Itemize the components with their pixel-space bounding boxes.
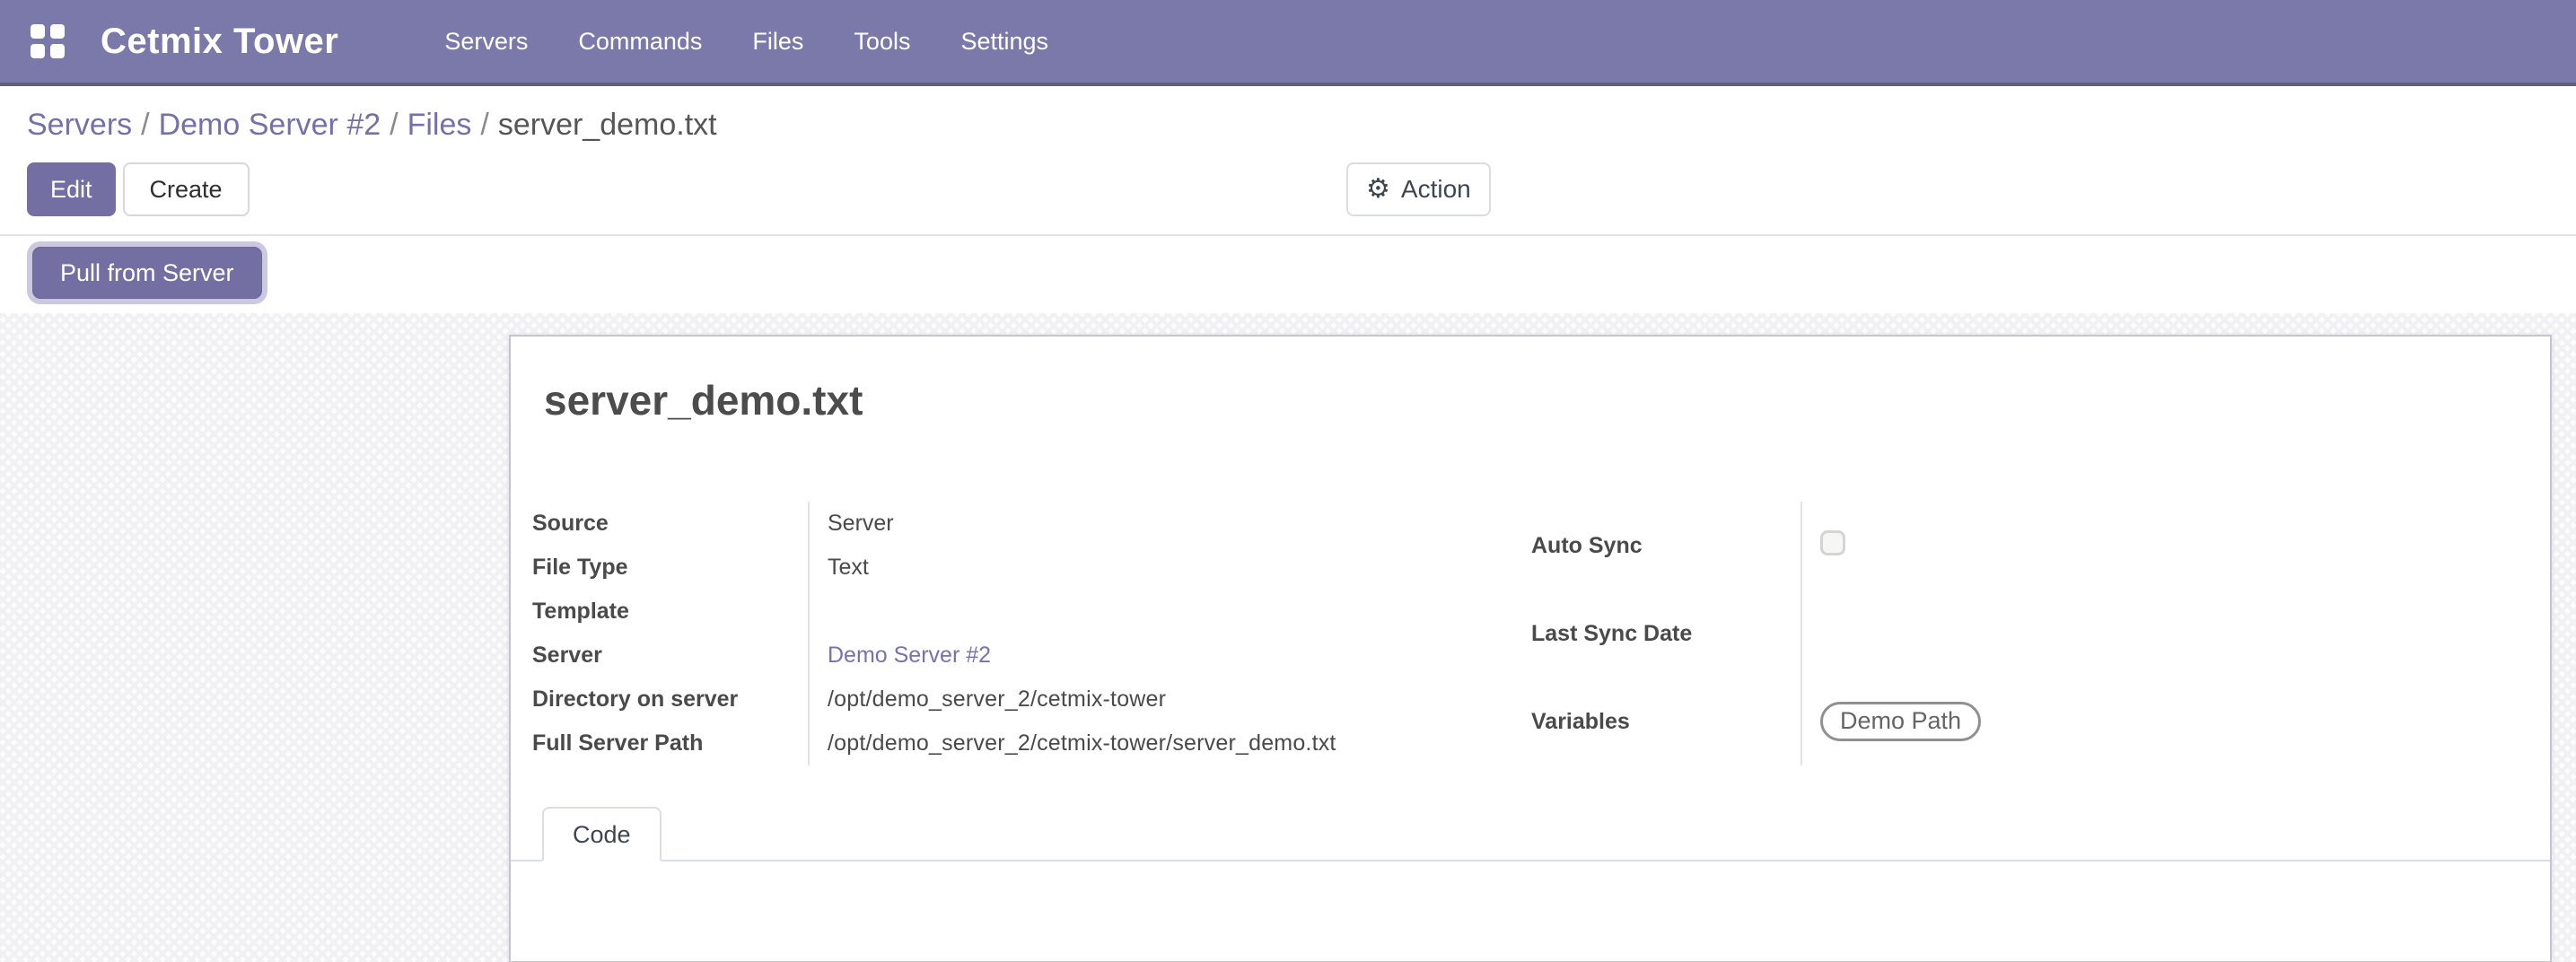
apps-grid-square [31,44,45,58]
gear-icon: ⚙ [1366,176,1390,203]
field-label-variables: Variables [1531,678,1801,765]
apps-grid-square [50,44,65,58]
notebook: Code [511,807,2550,960]
field-row-directory-on-server: Directory on server /opt/demo_server_2/c… [532,678,1531,722]
menu-item-commands[interactable]: Commands [578,28,702,56]
field-row-full-server-path: Full Server Path /opt/demo_server_2/cetm… [532,722,1531,765]
auto-sync-checkbox[interactable] [1820,530,1845,555]
field-label-file-type: File Type [532,546,809,590]
breadcrumb-servers[interactable]: Servers [27,108,132,142]
apps-grid-icon[interactable] [31,24,65,58]
edit-button[interactable]: Edit [27,162,116,216]
breadcrumb-separator: / [480,108,488,142]
control-panel-buttons: Edit Create ⚙ Action [27,162,2549,216]
field-value-source: Server [809,502,1531,546]
create-button[interactable]: Create [123,162,250,216]
field-value-server: Demo Server #2 [809,634,1531,678]
server-record-link[interactable]: Demo Server #2 [828,643,991,668]
control-panel: Servers/Demo Server #2/Files/server_demo… [0,86,2576,234]
field-row-template: Template [532,590,1531,634]
field-row-last-sync-date: Last Sync Date [1531,590,2429,678]
action-button-label: Action [1401,175,1471,204]
field-group-right: Auto Sync Last Sync Date Variables Demo … [1531,502,2429,765]
tab-code[interactable]: Code [542,807,662,861]
top-navbar: Cetmix Tower Servers Commands Files Tool… [0,0,2576,86]
breadcrumb-files[interactable]: Files [407,108,472,142]
form-view-background: server_demo.txt Source Server File Type … [0,313,2576,962]
field-value-variables: Demo Path [1801,678,2429,765]
field-label-source: Source [532,502,809,546]
breadcrumb-separator: / [390,108,398,142]
apps-grid-square [50,24,65,39]
field-value-full-server-path: /opt/demo_server_2/cetmix-tower/server_d… [809,722,1531,765]
breadcrumb-demo-server-2[interactable]: Demo Server #2 [159,108,381,142]
field-label-full-server-path: Full Server Path [532,722,809,765]
breadcrumb-current: server_demo.txt [498,108,717,142]
field-label-auto-sync: Auto Sync [1531,502,1801,590]
menu-item-tools[interactable]: Tools [854,28,910,56]
tab-code-content [511,861,2550,960]
breadcrumb-separator: / [141,108,149,142]
field-group-left: Source Server File Type Text Template Se… [532,502,1531,765]
field-value-file-type: Text [809,546,1531,590]
field-row-variables: Variables Demo Path [1531,678,2429,765]
field-label-server: Server [532,634,809,678]
app-brand[interactable]: Cetmix Tower [101,22,338,62]
menu-item-files[interactable]: Files [752,28,803,56]
action-button[interactable]: ⚙ Action [1346,162,1491,216]
main-menu: Servers Commands Files Tools Settings [444,28,1048,56]
page-title: server_demo.txt [544,376,2550,424]
field-label-last-sync-date: Last Sync Date [1531,590,1801,678]
field-value-directory-on-server: /opt/demo_server_2/cetmix-tower [809,678,1531,722]
tab-strip: Code [511,807,2550,861]
field-row-server: Server Demo Server #2 [532,634,1531,678]
apps-grid-square [31,24,45,39]
variable-tag: Demo Path [1820,702,1981,741]
field-value-template [809,590,1531,634]
statusbar: Pull from Server [0,234,2576,313]
field-value-last-sync-date [1801,590,2429,678]
field-row-source: Source Server [532,502,1531,546]
menu-item-servers[interactable]: Servers [444,28,528,56]
pull-from-server-button[interactable]: Pull from Server [32,247,262,299]
menu-item-settings[interactable]: Settings [960,28,1048,56]
field-label-template: Template [532,590,809,634]
breadcrumb: Servers/Demo Server #2/Files/server_demo… [27,108,2549,143]
field-row-auto-sync: Auto Sync [1531,502,2429,590]
field-row-file-type: File Type Text [532,546,1531,590]
field-label-directory-on-server: Directory on server [532,678,809,722]
field-groups: Source Server File Type Text Template Se… [532,502,2550,765]
field-value-auto-sync [1801,502,2429,590]
form-sheet: server_demo.txt Source Server File Type … [509,335,2552,962]
